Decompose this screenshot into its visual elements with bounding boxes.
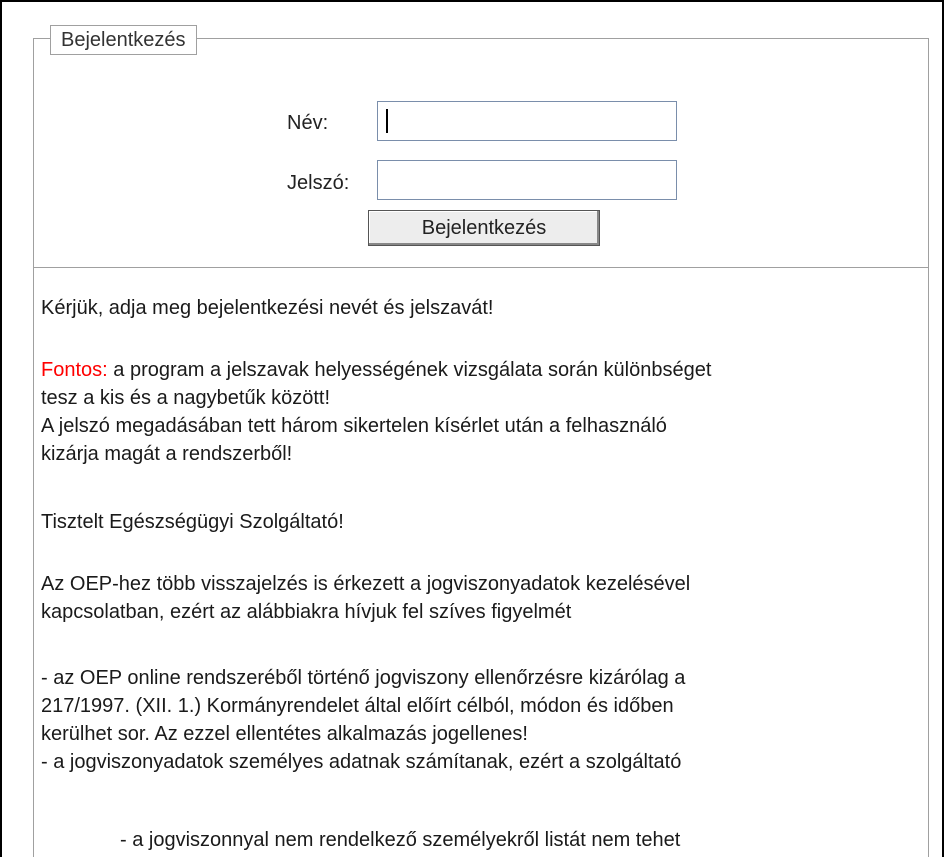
notice: Az OEP-hez több visszajelzés is érkezett… xyxy=(41,570,690,626)
password-label: Jelszó: xyxy=(287,172,350,194)
rule-line: - a jogviszonyadatok személyes adatnak s… xyxy=(41,751,682,773)
name-label: Név: xyxy=(287,112,329,134)
notice-line: Az OEP-hez több visszajelzés is érkezett… xyxy=(41,573,691,595)
rule-line: 217/1997. (XII. 1.) Kormányrendelet álta… xyxy=(41,695,674,717)
notice-line: kapcsolatban, ezért az alábbiakra hívjuk… xyxy=(41,601,572,623)
important-line: kizárja magát a rendszerből! xyxy=(41,443,293,465)
important-label: Fontos: xyxy=(41,359,108,381)
rules: - az OEP online rendszeréből történő jog… xyxy=(41,664,685,776)
greeting: Tisztelt Egészségügyi Szolgáltató! xyxy=(41,511,344,533)
password-input[interactable] xyxy=(377,160,677,200)
name-input[interactable] xyxy=(377,101,677,141)
rule-line: - az OEP online rendszeréből történő jog… xyxy=(41,667,686,689)
rule-line: kerülhet sor. Az ezzel ellentétes alkalm… xyxy=(41,723,528,745)
important-line: tesz a kis és a nagybetűk között! xyxy=(41,387,331,409)
login-legend: Bejelentkezés xyxy=(50,25,197,55)
subrule: - a jogviszonnyal nem rendelkező személy… xyxy=(120,829,681,851)
important-line: A jelszó megadásában tett három sikertel… xyxy=(41,415,667,437)
login-prompt: Kérjük, adja meg bejelentkezési nevét és… xyxy=(41,297,494,319)
important-line: a program a jelszavak helyességének vizs… xyxy=(107,359,712,381)
important-notice: Fontos: a program a jelszavak helyességé… xyxy=(41,356,711,468)
text-caret xyxy=(386,109,388,133)
login-button[interactable]: Bejelentkezés xyxy=(368,210,600,246)
